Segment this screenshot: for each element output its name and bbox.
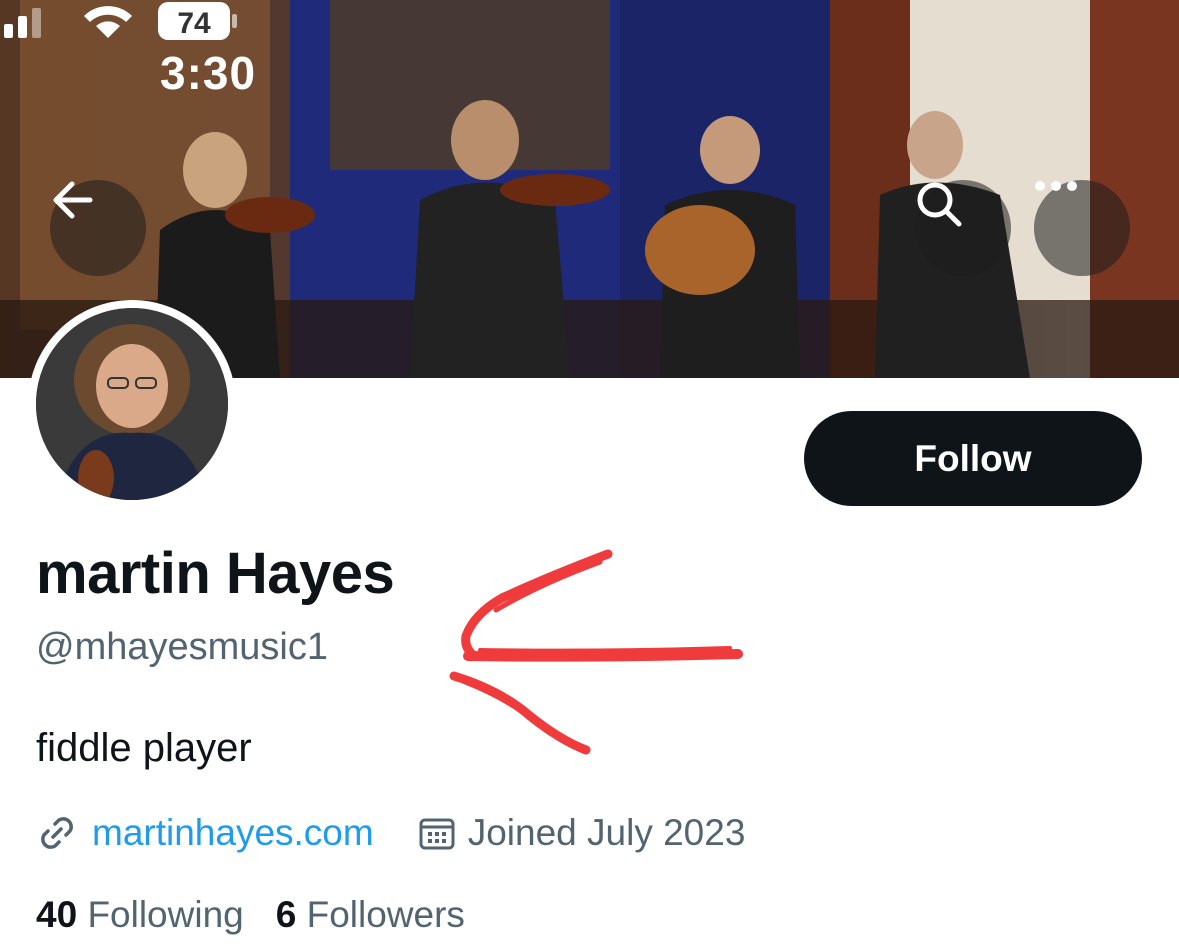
bio: fiddle player [36, 726, 252, 770]
back-button[interactable] [50, 180, 146, 276]
status-icons: 74 [4, 2, 237, 40]
followers-label: Followers [306, 894, 465, 935]
follow-button[interactable]: Follow [804, 411, 1142, 506]
battery-level: 74 [177, 7, 211, 40]
following-count: 40 [36, 894, 78, 935]
wifi-icon [84, 6, 132, 38]
follow-stats: 40 Following 6 Followers [36, 894, 465, 936]
signal-icon [4, 8, 41, 38]
calendar-icon [418, 814, 456, 852]
avatar-image [36, 308, 228, 500]
annotation-arrow [449, 549, 743, 755]
link-icon [36, 812, 78, 854]
followers-count: 6 [275, 894, 297, 935]
display-name: martin Hayes [36, 541, 395, 606]
following-label: Following [87, 894, 244, 935]
following-link[interactable]: 40 Following [36, 894, 244, 935]
status-time: 3:30 [160, 47, 257, 99]
more-horizontal-icon [1035, 181, 1077, 191]
arrow-left-icon [53, 181, 93, 219]
joined-date: Joined July 2023 [467, 812, 746, 853]
followers-link[interactable]: 6 Followers [276, 894, 465, 935]
more-button[interactable] [1034, 180, 1130, 276]
profile-meta: martinhayes.com Joined July 2023 [36, 808, 745, 858]
website-link[interactable]: martinhayes.com [92, 812, 374, 854]
avatar[interactable] [28, 300, 236, 508]
search-icon [917, 182, 962, 227]
battery-icon: 74 [158, 2, 237, 40]
search-button[interactable] [915, 180, 1011, 276]
handle: @mhayesmusic1 [36, 626, 328, 668]
